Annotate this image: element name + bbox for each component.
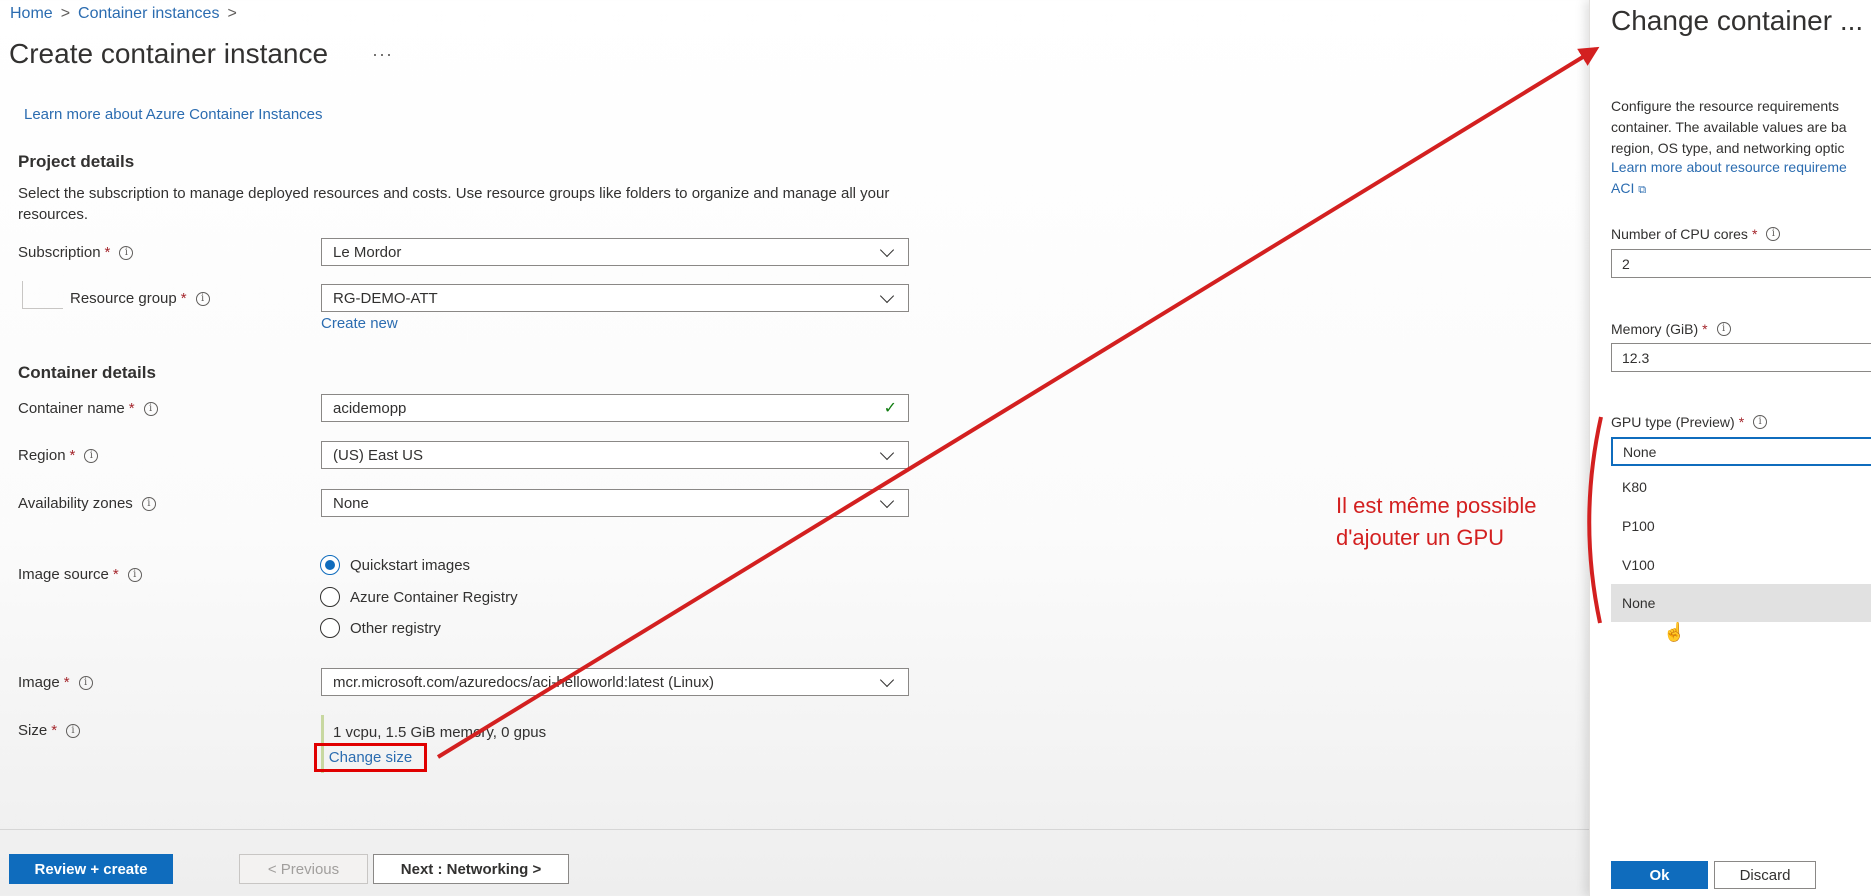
availability-zones-dropdown[interactable]: None — [321, 489, 909, 517]
info-icon[interactable]: i — [1766, 227, 1781, 241]
info-icon[interactable]: i — [78, 675, 93, 690]
gpu-option-k80[interactable]: K80 — [1611, 468, 1871, 506]
resource-group-dropdown[interactable]: RG-DEMO-ATT — [321, 284, 909, 312]
panel-learn-more-aci[interactable]: ACI ⧉ — [1611, 180, 1646, 197]
cpu-cores-input[interactable]: 2 — [1611, 249, 1871, 278]
panel-learn-more-link[interactable]: Learn more about resource requireme — [1611, 159, 1847, 175]
required-marker: * — [112, 566, 119, 583]
gpu-option-p100[interactable]: P100 — [1611, 507, 1871, 545]
info-icon[interactable]: i — [1716, 322, 1731, 336]
chevron-right-icon: > — [227, 5, 237, 22]
region-dropdown[interactable]: (US) East US — [321, 441, 909, 469]
chevron-right-icon: > — [60, 5, 71, 22]
container-name-label: Container name * i — [18, 400, 158, 417]
required-marker: * — [1738, 414, 1745, 430]
info-icon[interactable]: i — [84, 448, 99, 463]
memory-label: Memory (GiB) * i — [1611, 321, 1731, 337]
container-details-heading: Container details — [18, 363, 156, 382]
tree-connector — [22, 281, 63, 309]
required-marker: * — [69, 447, 76, 464]
panel-title: Change container ... — [1611, 5, 1864, 36]
breadcrumb: Home > Container instances > — [10, 5, 245, 23]
more-options-icon[interactable]: ··· — [372, 44, 393, 65]
footer-divider — [0, 829, 1590, 830]
info-icon[interactable]: i — [66, 723, 81, 738]
radio-selected[interactable] — [320, 555, 340, 575]
breadcrumb-home[interactable]: Home — [10, 5, 53, 22]
chevron-down-icon — [879, 242, 895, 257]
chevron-down-icon — [879, 445, 895, 460]
chevron-down-icon — [879, 288, 895, 303]
ok-button[interactable]: Ok — [1611, 861, 1708, 889]
memory-input[interactable]: 12.3 — [1611, 343, 1871, 372]
chevron-down-icon — [879, 672, 895, 687]
panel-description: Configure the resource requirements cont… — [1611, 98, 1847, 156]
radio-azure-container-registry[interactable]: Azure Container Registry — [320, 587, 518, 607]
next-networking-button[interactable]: Next : Networking > — [373, 854, 569, 884]
required-marker: * — [128, 400, 135, 417]
gpu-type-dropdown[interactable]: None — [1611, 437, 1871, 466]
image-source-label: Image source * i — [18, 566, 142, 583]
create-new-link[interactable]: Create new — [321, 315, 398, 332]
discard-button[interactable]: Discard — [1714, 861, 1816, 889]
required-marker: * — [63, 674, 70, 691]
required-marker: * — [180, 290, 187, 307]
page-title: Create container instance — [9, 38, 329, 69]
info-icon[interactable]: i — [1753, 415, 1768, 429]
gpu-option-v100[interactable]: V100 — [1611, 546, 1871, 584]
radio-unselected[interactable] — [320, 618, 340, 638]
availability-zones-label: Availability zones i — [18, 495, 156, 512]
project-details-description: Select the subscription to manage deploy… — [18, 185, 890, 223]
info-icon[interactable]: i — [143, 401, 158, 416]
hand-cursor-icon: ☝ — [1663, 622, 1686, 642]
annotation-text: Il est même possible d'ajouter un GPU — [1336, 493, 1537, 550]
resource-group-label: Resource group * i — [70, 290, 210, 307]
container-name-input[interactable]: acidemopp ✓ — [321, 394, 909, 422]
image-dropdown[interactable]: mcr.microsoft.com/azuredocs/aci-hellowor… — [321, 668, 909, 696]
subscription-dropdown[interactable]: Le Mordor — [321, 238, 909, 266]
breadcrumb-container-instances[interactable]: Container instances — [78, 5, 219, 22]
project-details-heading: Project details — [18, 152, 135, 171]
info-icon[interactable]: i — [195, 291, 210, 306]
checkmark-icon: ✓ — [883, 400, 897, 417]
gpu-type-label: GPU type (Preview) * i — [1611, 414, 1768, 430]
required-marker: * — [104, 244, 111, 261]
region-label: Region * i — [18, 447, 99, 464]
size-value: 1 vcpu, 1.5 GiB memory, 0 gpus — [333, 724, 547, 741]
size-label: Size * i — [18, 722, 81, 739]
subscription-label: Subscription * i — [18, 244, 134, 261]
previous-button[interactable]: < Previous — [239, 854, 368, 884]
cpu-cores-label: Number of CPU cores * i — [1611, 226, 1781, 242]
gpu-option-none[interactable]: None — [1611, 584, 1871, 622]
learn-more-link[interactable]: Learn more about Azure Container Instanc… — [24, 106, 323, 123]
radio-unselected[interactable] — [320, 587, 340, 607]
radio-other-registry[interactable]: Other registry — [320, 618, 441, 638]
radio-quickstart-images[interactable]: Quickstart images — [320, 555, 470, 575]
required-marker: * — [1702, 321, 1708, 337]
chevron-down-icon — [879, 493, 895, 508]
external-link-icon: ⧉ — [1638, 184, 1647, 196]
change-size-link[interactable]: Change size — [314, 743, 427, 772]
info-icon[interactable]: i — [141, 496, 156, 511]
review-create-button[interactable]: Review + create — [9, 854, 173, 884]
info-icon[interactable]: i — [119, 245, 134, 260]
image-label: Image * i — [18, 674, 93, 691]
required-marker: * — [1751, 226, 1758, 242]
info-icon[interactable]: i — [127, 567, 142, 582]
required-marker: * — [51, 722, 58, 739]
